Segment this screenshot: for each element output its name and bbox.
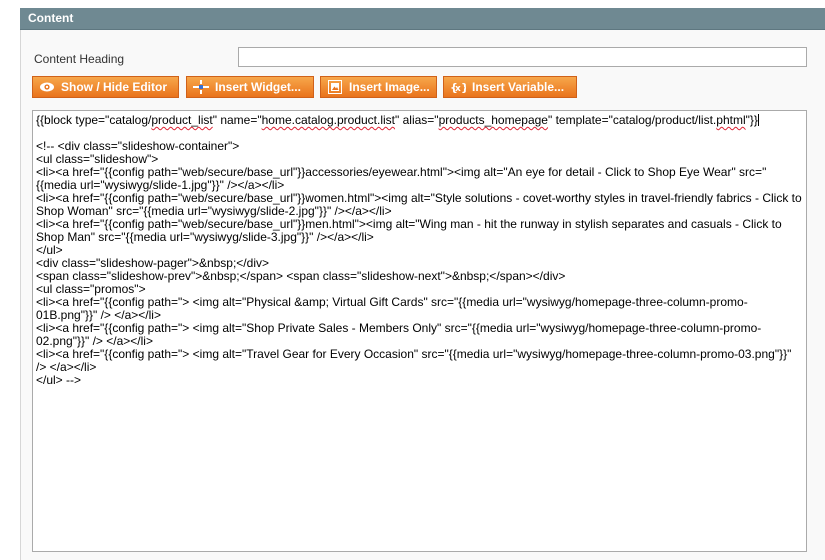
editor-line: <li><a href="{{config path="> <img alt="… [36, 295, 748, 322]
editor-line: <li><a href="{{config path="> <img alt="… [36, 321, 762, 348]
editor-line: <li><a href="{{config path="web/secure/b… [36, 191, 806, 218]
spellcheck-word: products_homepage [438, 113, 548, 127]
insert-variable-label: Insert Variable... [472, 80, 565, 94]
content-editor-textarea[interactable]: {{block type="catalog/product_list" name… [32, 110, 807, 552]
editor-text: "}} [745, 113, 758, 127]
editor-line: </ul> --> [36, 373, 82, 387]
show-hide-editor-button[interactable]: Show / Hide Editor [32, 76, 179, 98]
variable-icon: { x } [450, 79, 466, 95]
eye-icon [39, 79, 55, 95]
insert-variable-button[interactable]: { x } Insert Variable... [443, 76, 577, 98]
spellcheck-word: product_list [151, 113, 213, 127]
text-cursor [757, 114, 759, 126]
spellcheck-word: phtml [716, 113, 746, 127]
editor-line: <li><a href="{{config path="web/secure/b… [36, 217, 786, 244]
spellcheck-word: home.catalog.product.list [261, 113, 396, 127]
insert-image-button[interactable]: Insert Image... [320, 76, 437, 98]
editor-text: " name=" [212, 113, 262, 127]
editor-line: <li><a href="{{config path="> <img alt="… [36, 347, 795, 374]
insert-widget-button[interactable]: Insert Widget... [186, 76, 314, 98]
section-header: Content [20, 8, 825, 30]
insert-image-label: Insert Image... [349, 80, 430, 94]
editor-line: <li><a href="{{config path="web/secure/b… [36, 165, 767, 192]
svg-text:}: } [461, 81, 466, 94]
editor-first-line: {{block type="catalog/product_list" name… [36, 114, 803, 127]
image-icon [327, 79, 343, 95]
widget-icon [193, 79, 209, 95]
show-hide-editor-label: Show / Hide Editor [61, 80, 168, 94]
editor-text: " alias=" [395, 113, 439, 127]
content-heading-input[interactable] [238, 47, 807, 67]
editor-line: <span class="slideshow-prev">&nbsp;</spa… [36, 269, 566, 283]
content-heading-label: Content Heading [34, 52, 125, 66]
insert-widget-label: Insert Widget... [215, 80, 301, 94]
section-title: Content [28, 11, 74, 25]
editor-text: {{block type="catalog/ [36, 113, 152, 127]
editor-text: " template="catalog/product/list. [547, 113, 717, 127]
